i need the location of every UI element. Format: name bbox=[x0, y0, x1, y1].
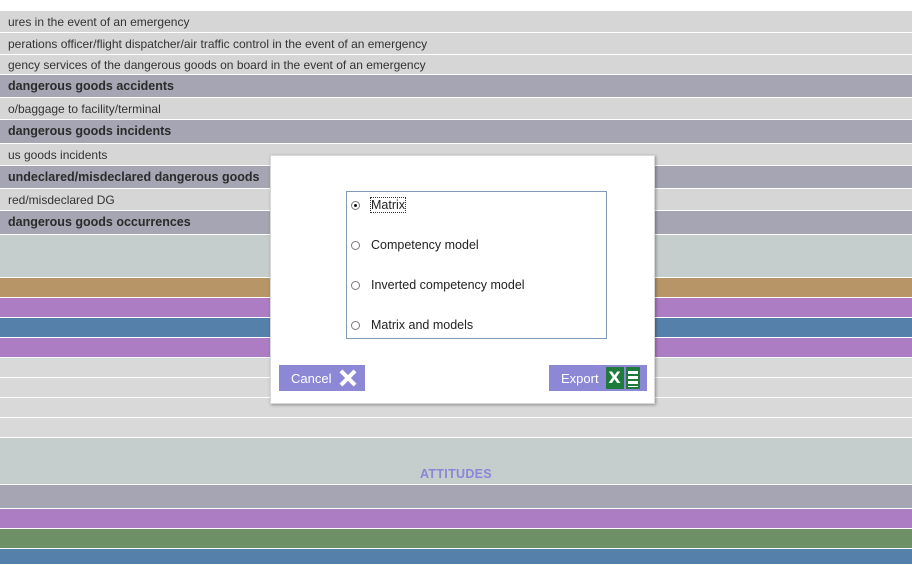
section-title: undeclared/misdeclared dangerous goods bbox=[8, 170, 260, 184]
cancel-button[interactable]: Cancel bbox=[279, 365, 365, 391]
empty-row bbox=[0, 418, 912, 438]
row-text: red/misdeclared DG bbox=[8, 193, 115, 207]
row-text: perations officer/flight dispatcher/air … bbox=[8, 37, 428, 51]
export-dialog: Matrix Competency model Inverted compete… bbox=[270, 155, 655, 404]
radio-button[interactable] bbox=[351, 320, 360, 330]
radio-button[interactable] bbox=[351, 280, 360, 290]
section-title: dangerous goods incidents bbox=[8, 124, 172, 138]
option-label: Matrix bbox=[369, 197, 407, 213]
radio-button[interactable] bbox=[351, 200, 360, 210]
row-text: us goods incidents bbox=[8, 148, 108, 162]
table-row: gency services of the dangerous goods on… bbox=[0, 55, 912, 75]
section-row: dangerous goods accidents bbox=[0, 75, 912, 98]
option-inverted-competency-model[interactable]: Inverted competency model bbox=[351, 276, 525, 294]
row-text: gency services of the dangerous goods on… bbox=[8, 58, 426, 72]
option-label: Inverted competency model bbox=[371, 278, 525, 292]
section-row: dangerous goods incidents bbox=[0, 120, 912, 144]
table-row: o/baggage to facility/terminal bbox=[0, 98, 912, 120]
spreadsheet-grid-icon bbox=[625, 367, 640, 389]
top-strip bbox=[0, 0, 912, 11]
option-label: Matrix and models bbox=[371, 318, 474, 332]
excel-icon: X bbox=[605, 367, 642, 389]
radio-button[interactable] bbox=[351, 240, 360, 250]
category-band bbox=[0, 485, 912, 509]
section-title: dangerous goods accidents bbox=[8, 79, 175, 93]
row-text: ures in the event of an emergency bbox=[8, 15, 190, 29]
export-button[interactable]: Export X bbox=[549, 365, 647, 391]
section-title: dangerous goods occurrences bbox=[8, 215, 191, 229]
option-matrix[interactable]: Matrix bbox=[351, 196, 407, 214]
export-label: Export bbox=[561, 370, 599, 386]
table-row: ures in the event of an emergency bbox=[0, 11, 912, 33]
excel-icon-letter: X bbox=[605, 367, 624, 389]
cancel-label: Cancel bbox=[291, 370, 332, 386]
export-options-group: Matrix Competency model Inverted compete… bbox=[346, 191, 607, 339]
option-matrix-and-models[interactable]: Matrix and models bbox=[351, 316, 473, 334]
table-row: perations officer/flight dispatcher/air … bbox=[0, 33, 912, 55]
category-band bbox=[0, 529, 912, 549]
category-band bbox=[0, 549, 912, 565]
category-band bbox=[0, 509, 912, 529]
close-icon bbox=[339, 369, 357, 387]
option-label: Competency model bbox=[371, 238, 479, 252]
row-text: o/baggage to facility/terminal bbox=[8, 102, 161, 116]
attitudes-heading: ATTITUDES bbox=[420, 467, 492, 481]
option-competency-model[interactable]: Competency model bbox=[351, 236, 479, 254]
